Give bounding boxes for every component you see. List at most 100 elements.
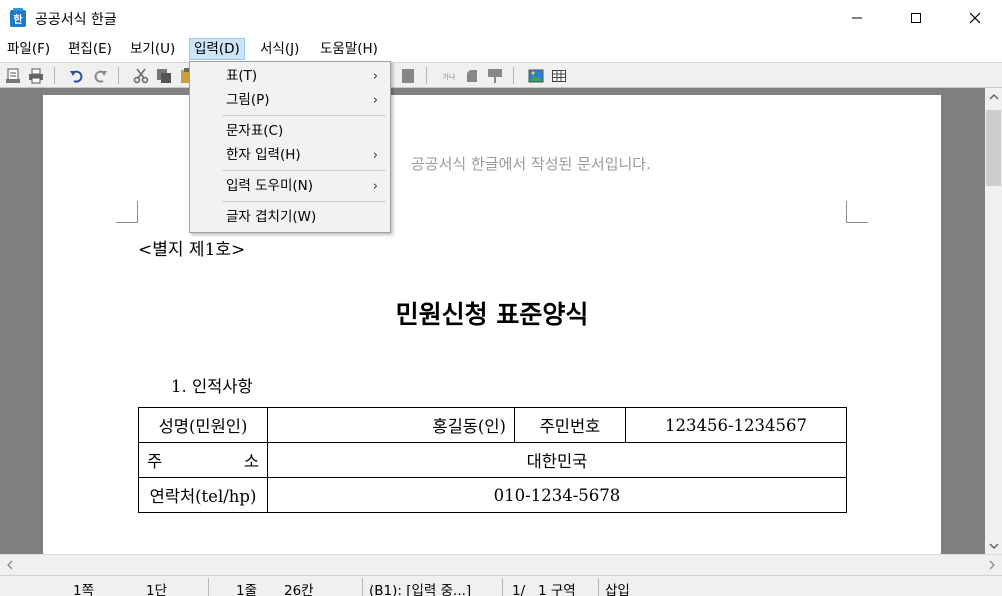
- form-title: 민원신청 표준양식: [395, 300, 589, 329]
- page-view-button[interactable]: [4, 67, 22, 84]
- close-button[interactable]: [952, 0, 998, 36]
- menu-item-hanja[interactable]: 한자 입력(H) ›: [192, 144, 388, 167]
- text-overlap-icon: 가나: [443, 72, 456, 81]
- address-label-part: 주: [147, 452, 163, 471]
- print-button[interactable]: [27, 67, 45, 84]
- menu-file[interactable]: 파일(F): [3, 38, 54, 60]
- table-row: 성명(민원인) 홍길동(인) 주민번호 123456-1234567: [138, 407, 847, 443]
- window-title: 공공서식 한글: [35, 12, 117, 28]
- menu-edit[interactable]: 편집(E): [64, 38, 116, 60]
- scroll-up-button[interactable]: [985, 88, 1002, 105]
- insert-picture-button[interactable]: [527, 67, 545, 84]
- redo-icon: [94, 70, 107, 83]
- scroll-down-button[interactable]: [985, 537, 1002, 554]
- minimize-button[interactable]: [834, 0, 880, 36]
- picture-icon: [528, 69, 544, 82]
- scissors-icon: [133, 68, 149, 83]
- redo-button[interactable]: [91, 67, 109, 84]
- square-icon: [402, 68, 414, 83]
- shape-icon: [467, 69, 477, 82]
- close-icon: [969, 12, 981, 24]
- crop-mark: [846, 201, 868, 223]
- table-row: 주 소 대한민국: [138, 442, 847, 478]
- insert-table-button[interactable]: [550, 67, 568, 84]
- chevron-left-icon: [7, 560, 13, 570]
- page-view-icon: [6, 68, 20, 83]
- toolbar-separator: [54, 67, 55, 84]
- cut-button[interactable]: [132, 67, 150, 84]
- document-page[interactable]: 공공서식 한글에서 작성된 문서입니다. <별지 제1호> 민원신청 표준양식 …: [43, 95, 941, 554]
- menu-item-label: 글자 겹치기(W): [226, 209, 317, 225]
- menu-item-label: 그림(P): [226, 92, 270, 108]
- presentation-icon: [488, 68, 502, 83]
- vertical-scroll-thumb[interactable]: [986, 110, 1001, 186]
- address-value-cell[interactable]: 대한민국: [267, 442, 847, 478]
- status-separator: [208, 578, 209, 596]
- section-heading: 1. 인적사항: [171, 377, 253, 396]
- scroll-left-button[interactable]: [2, 557, 18, 573]
- menu-item-input-helper[interactable]: 입력 도우미(N) ›: [192, 175, 388, 198]
- status-separator: [362, 578, 363, 596]
- table-row: 연락처(tel/hp) 010-1234-5678: [138, 477, 847, 513]
- address-label-cell: 주 소: [138, 442, 268, 478]
- menu-separator: [222, 115, 386, 116]
- toolbar-separator: [426, 67, 427, 84]
- annex-label: <별지 제1호>: [138, 240, 246, 260]
- status-line: 1줄: [236, 583, 258, 596]
- svg-text:가나: 가나: [443, 72, 456, 81]
- maximize-button[interactable]: [893, 0, 939, 36]
- submenu-arrow-icon: ›: [372, 179, 378, 194]
- copy-icon: [157, 68, 171, 83]
- hwp-app-icon: 한: [10, 8, 26, 27]
- toolbar-separator: [118, 67, 119, 84]
- undo-button[interactable]: [68, 67, 86, 84]
- status-char: 26칸: [284, 583, 314, 596]
- copy-button[interactable]: [155, 67, 173, 84]
- menu-item-label: 한자 입력(H): [226, 147, 301, 163]
- chevron-down-icon: [989, 543, 998, 549]
- char-overlap-button[interactable]: 가나: [440, 67, 458, 84]
- toolbar-button-gray[interactable]: [399, 67, 417, 84]
- insert-menu-dropdown: 표(T) › 그림(P) › 문자표(C) 한자 입력(H) › 입력 도우미(…: [189, 61, 391, 233]
- menu-item-label: 문자표(C): [226, 123, 284, 139]
- menu-format[interactable]: 서식(J): [256, 38, 303, 60]
- undo-icon: [70, 70, 83, 83]
- status-separator: [502, 578, 503, 596]
- menu-item-label: 표(T): [226, 68, 258, 84]
- presentation-button[interactable]: [486, 67, 504, 84]
- title-bar: 한 공공서식 한글: [0, 0, 1002, 36]
- horizontal-scrollbar[interactable]: [0, 554, 1002, 575]
- menu-view[interactable]: 보기(U): [126, 38, 179, 60]
- contact-label-cell: 연락처(tel/hp): [138, 477, 268, 513]
- toolbar-separator: [513, 67, 514, 84]
- menu-help[interactable]: 도움말(H): [316, 38, 382, 60]
- menu-item-char-overlap[interactable]: 글자 겹치기(W): [192, 206, 388, 229]
- crop-mark: [116, 201, 138, 223]
- submenu-arrow-icon: ›: [372, 148, 378, 163]
- menu-bar: 파일(F) 편집(E) 보기(U) 입력(D) 서식(J) 도움말(H): [0, 36, 1002, 62]
- shape-button[interactable]: [463, 67, 481, 84]
- status-bar: 1쪽 1단 1줄 26칸 (B1): [입력 중...] 1/ 1 구역 삽입: [0, 575, 1002, 596]
- menu-item-label: 입력 도우미(N): [226, 178, 314, 194]
- submenu-arrow-icon: ›: [372, 69, 378, 84]
- status-block: (B1): [입력 중...]: [369, 583, 472, 596]
- vertical-scrollbar[interactable]: [985, 88, 1002, 554]
- menu-separator: [222, 170, 386, 171]
- menu-item-table[interactable]: 표(T) ›: [192, 65, 388, 88]
- menu-insert[interactable]: 입력(D): [189, 38, 245, 60]
- scroll-right-button[interactable]: [984, 557, 1000, 573]
- status-separator: [598, 578, 599, 596]
- applicant-info-table: 성명(민원인) 홍길동(인) 주민번호 123456-1234567 주 소 대…: [138, 407, 847, 513]
- header-note: 공공서식 한글에서 작성된 문서입니다.: [411, 155, 651, 173]
- menu-separator: [222, 201, 386, 202]
- maximize-icon: [911, 13, 921, 23]
- name-value-cell[interactable]: 홍길동(인): [267, 407, 515, 443]
- status-page: 1쪽: [73, 583, 95, 596]
- id-value-cell[interactable]: 123456-1234567: [625, 407, 847, 443]
- document-area[interactable]: 공공서식 한글에서 작성된 문서입니다. <별지 제1호> 민원신청 표준양식 …: [0, 88, 985, 554]
- menu-item-symbol[interactable]: 문자표(C): [192, 120, 388, 143]
- contact-value-cell[interactable]: 010-1234-5678: [267, 477, 847, 513]
- menu-item-picture[interactable]: 그림(P) ›: [192, 89, 388, 112]
- status-insert-mode[interactable]: 삽입: [605, 579, 630, 596]
- minimize-icon: [852, 17, 862, 19]
